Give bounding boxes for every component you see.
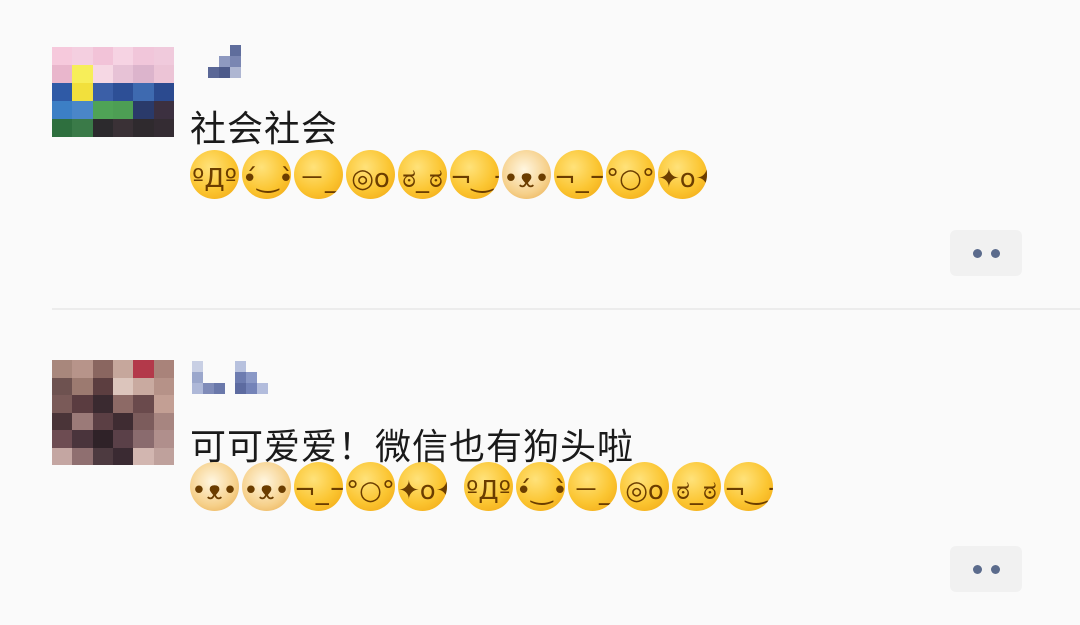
emoji-face: •ᴥ• [191, 476, 238, 506]
username[interactable] [208, 44, 241, 78]
dot-icon [972, 248, 982, 258]
emoji-face: ◎o [625, 476, 664, 506]
facepalm-emoji: °○° [346, 462, 395, 511]
emoji-face: ◎o [351, 164, 390, 194]
emoji-face: ¬‿¬ [450, 164, 499, 194]
emoji-face: －_－ [572, 476, 612, 506]
starstruck-emoji: ✦o✦ [398, 462, 447, 511]
avatar[interactable] [52, 47, 174, 137]
okay-emoji: ¬_¬ [554, 150, 603, 199]
dot-icon [972, 564, 982, 574]
comment-item: 可可爱爱！微信也有狗头啦 •ᴥ••ᴥ•¬_¬°○°✦o✦ºДº•́‿•̀－_－◎… [0, 310, 1080, 625]
emoji-row: •ᴥ••ᴥ•¬_¬°○°✦o✦ºДº•́‿•̀－_－◎oಠ_ಠ¬‿¬ [190, 462, 773, 511]
emoji-face: ¬_¬ [294, 476, 343, 506]
emoji-face: °○° [606, 164, 655, 194]
monocle-emoji: ◎o [346, 150, 395, 199]
emoji-face: •ᴥ• [243, 476, 290, 506]
emoji-face: ¬‿¬ [724, 476, 773, 506]
facepalm-emoji: °○° [606, 150, 655, 199]
emoji-row: ºДº•́‿•̀－_－ ◎o ಠ_ಠ¬‿¬•ᴥ•¬_¬°○°✦o✦ [190, 150, 707, 199]
okay-emoji: ¬_¬ [294, 462, 343, 511]
sweat-emoji: －_－ [294, 150, 343, 199]
comment-list: 社会社会 ºДº•́‿•̀－_－◎oಠ_ಠ¬‿¬•ᴥ•¬_¬°○°✦o✦ [0, 0, 1080, 625]
monocle-emoji: ◎o [620, 462, 669, 511]
emoji-face: ✦o✦ [398, 476, 447, 506]
starstruck-emoji: ✦o✦ [658, 150, 707, 199]
username-mosaic [192, 361, 225, 394]
emoji-face: ºДº [192, 164, 237, 194]
eating-watermelon-emoji: ºДº [190, 150, 239, 199]
emoji-face: －_－ [298, 164, 338, 194]
comment-text: 社会社会 [190, 109, 339, 150]
emoji-face: ✦o✦ [658, 164, 707, 194]
grumpy-emoji: ಠ_ಠ [672, 462, 721, 511]
comment-item: 社会社会 ºДº•́‿•̀－_－ ◎o ಠ_ಠ¬‿¬•ᴥ•¬_¬°○°✦o✦ [0, 0, 1080, 308]
dot-icon [990, 248, 1000, 258]
emoji-face: ಠ_ಠ [402, 164, 443, 194]
doge-emoji: •ᴥ• [190, 462, 239, 511]
eating-watermelon-emoji: ºДº [464, 462, 513, 511]
sweat-emoji: －_－ [568, 462, 617, 511]
grumpy-emoji: ಠ_ಠ [398, 150, 447, 199]
emoji-face: ಠ_ಠ [676, 476, 717, 506]
username[interactable] [192, 360, 268, 394]
emoji-face: •́‿•̀ [516, 476, 565, 506]
more-button[interactable] [950, 230, 1022, 276]
emoji-face: •ᴥ• [503, 164, 550, 194]
smirk-emoji: ¬‿¬ [450, 150, 499, 199]
doge-emoji: •ᴥ• [242, 462, 291, 511]
headband-emoji: •́‿•̀ [516, 462, 565, 511]
dot-icon [990, 564, 1000, 574]
username-mosaic [208, 45, 241, 78]
username-mosaic [235, 361, 268, 394]
smirk-emoji: ¬‿¬ [724, 462, 773, 511]
headband-emoji: •́‿•̀ [242, 150, 291, 199]
emoji-face: °○° [346, 476, 395, 506]
doge-emoji: •ᴥ• [502, 150, 551, 199]
avatar[interactable] [52, 360, 174, 465]
emoji-face: ºДº [466, 476, 511, 506]
emoji-face: ¬_¬ [554, 164, 603, 194]
more-button[interactable] [950, 546, 1022, 592]
emoji-face: •́‿•̀ [242, 164, 291, 194]
